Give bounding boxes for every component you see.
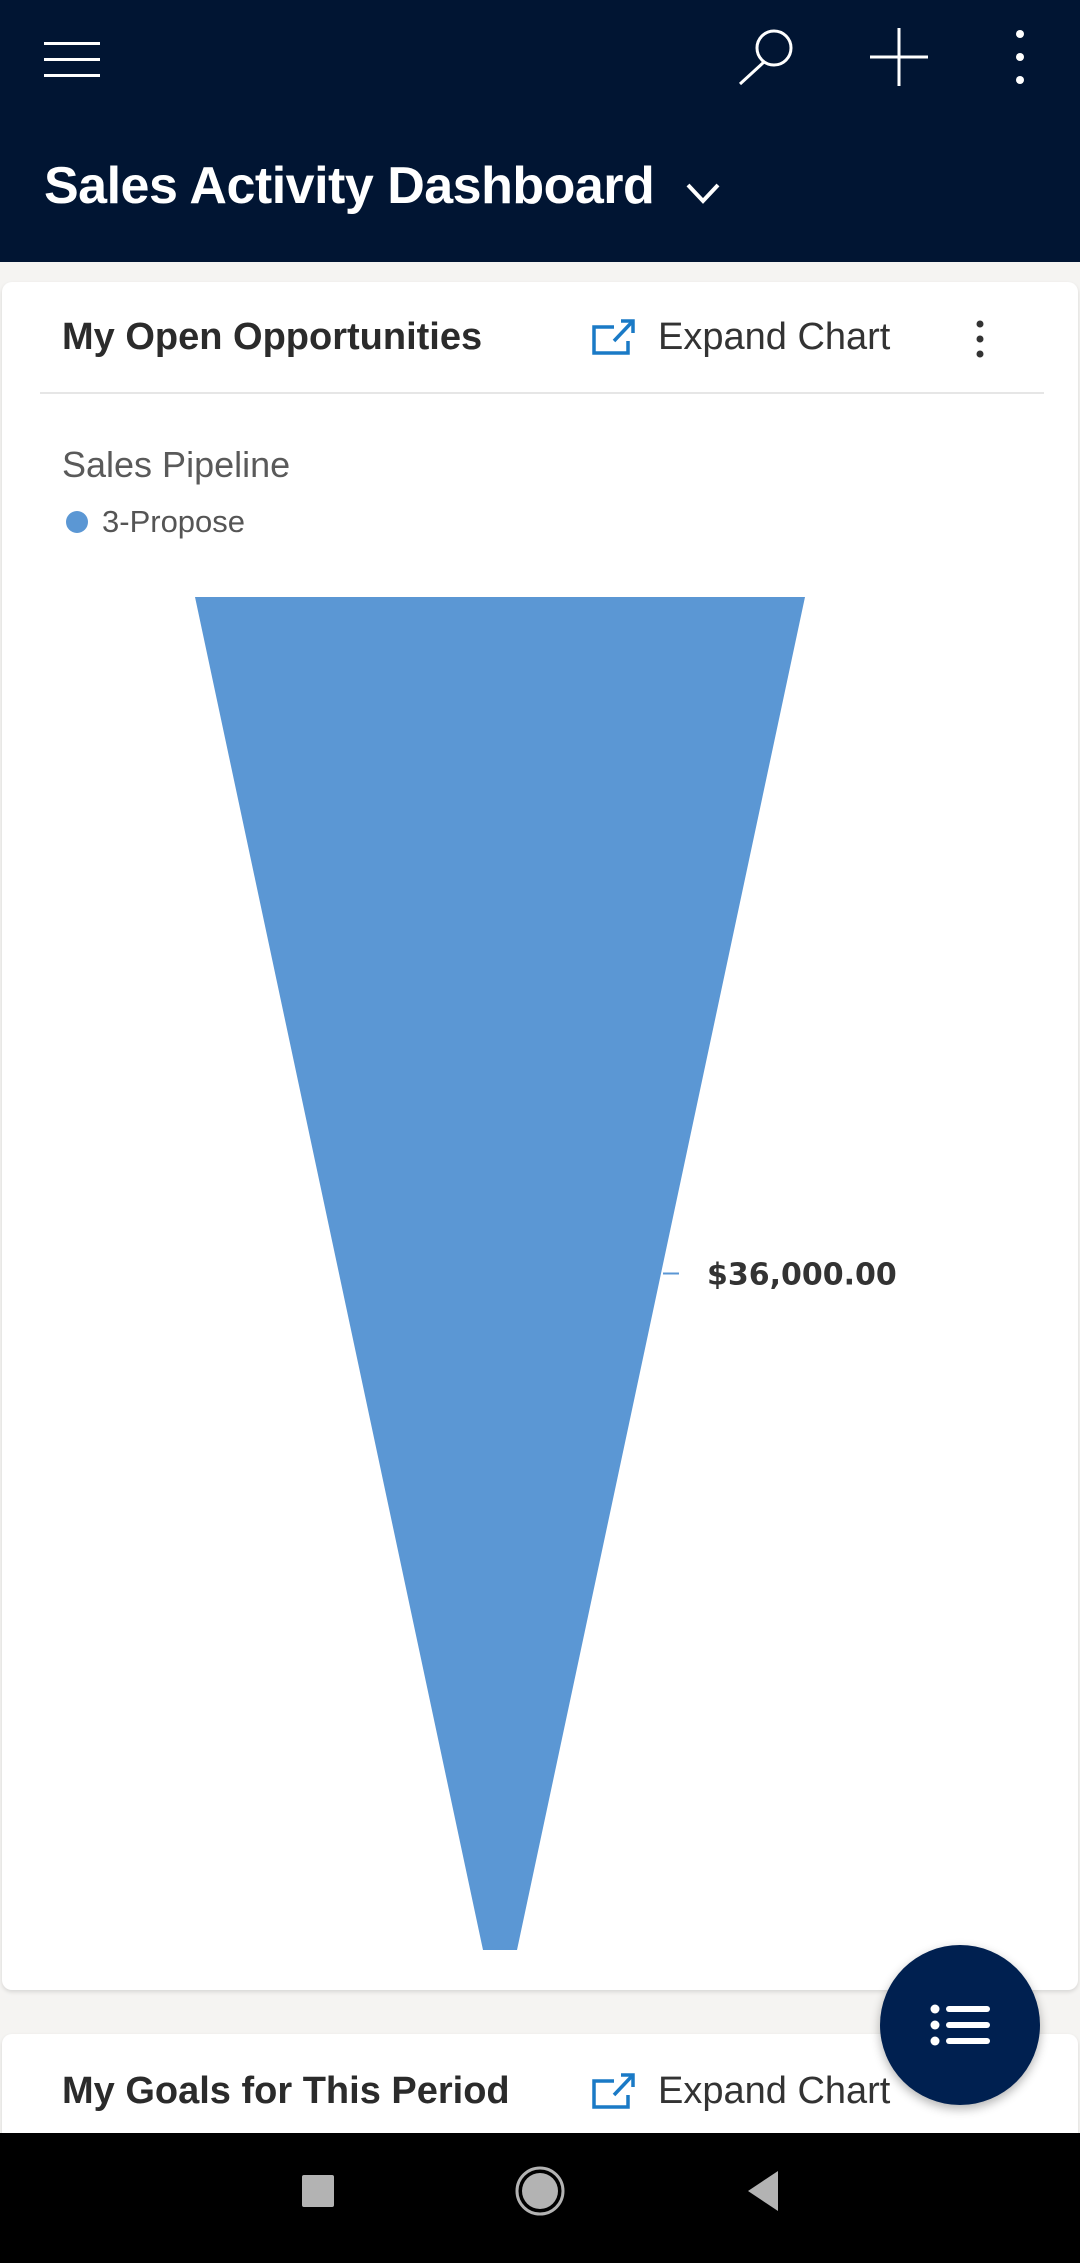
fab-list-button[interactable] [880, 1945, 1040, 2105]
funnel-chart: $36,000.00 [195, 597, 897, 1950]
card-title: My Goals for This Period [62, 2070, 510, 2112]
search-icon[interactable] [736, 26, 796, 88]
plus-icon[interactable] [868, 26, 930, 88]
system-nav-bar [0, 2133, 1080, 2263]
back-icon[interactable] [744, 2169, 780, 2213]
page-title[interactable]: Sales Activity Dashboard [44, 156, 655, 216]
recents-icon[interactable] [300, 2173, 336, 2209]
more-vertical-icon[interactable] [1000, 26, 1040, 88]
chevron-down-icon[interactable] [684, 180, 722, 206]
menu-icon[interactable] [44, 40, 100, 80]
home-icon[interactable] [514, 2165, 566, 2217]
card-my-open-opportunities: My Open Opportunities Expand Chart Sales… [2, 282, 1078, 1990]
expand-icon [592, 2073, 635, 2109]
expand-chart-label: Expand Chart [658, 2069, 891, 2112]
app-header: Sales Activity Dashboard [0, 0, 1080, 262]
list-icon [930, 2004, 990, 2046]
data-label: $36,000.00 [707, 1258, 897, 1293]
expand-chart-button[interactable]: Expand Chart [590, 2066, 890, 2116]
